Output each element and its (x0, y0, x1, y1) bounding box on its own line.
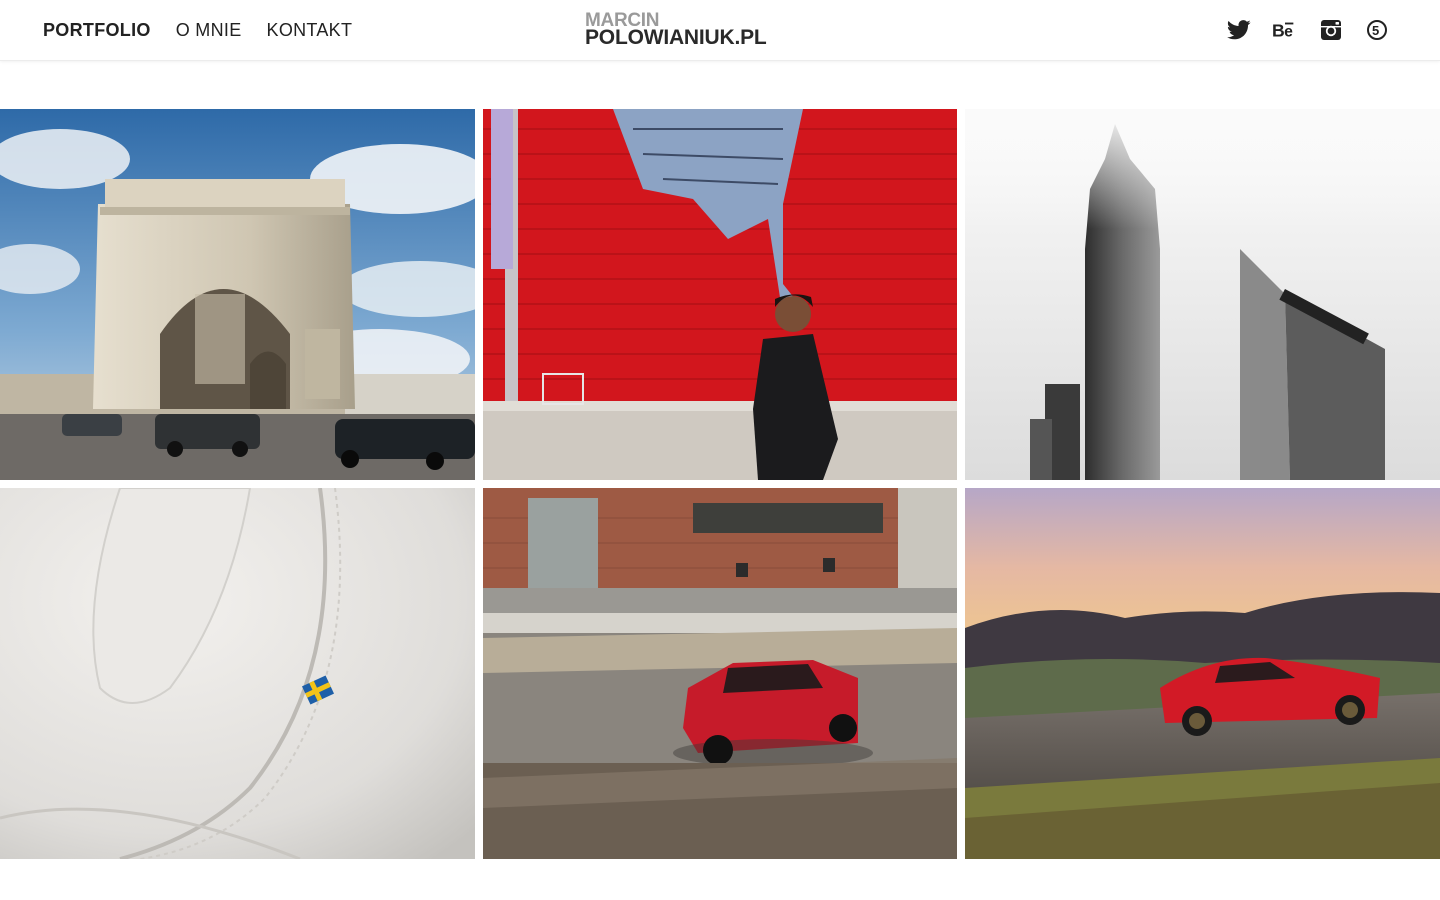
site-header: PORTFOLIO O MNIE KONTAKT MARCIN POLOWIAN… (0, 0, 1440, 61)
gallery-tile-red-hatchback[interactable] (483, 488, 957, 859)
skyscrapers-fog-photo (965, 109, 1440, 480)
gallery-tile-leather-seat[interactable] (0, 488, 475, 859)
arc-de-triomphe-photo (0, 109, 475, 480)
twitter-icon[interactable] (1226, 17, 1252, 43)
gallery-tile-skyscrapers-fog[interactable] (965, 109, 1440, 480)
nav-item-kontakt[interactable]: KONTAKT (267, 19, 353, 41)
svg-text:e: e (1284, 24, 1293, 41)
site-logo[interactable]: MARCIN POLOWIANIUK.PL (585, 11, 767, 49)
main-nav: PORTFOLIO O MNIE KONTAKT (43, 19, 352, 41)
svg-text:5: 5 (1372, 23, 1379, 38)
nav-item-o-mnie[interactable]: O MNIE (176, 19, 242, 41)
red-hatchback-photo (483, 488, 957, 859)
svg-text:B: B (1272, 21, 1285, 41)
red-sports-car-photo (965, 488, 1440, 859)
instagram-icon[interactable] (1318, 17, 1344, 43)
leather-seat-photo (0, 488, 475, 859)
logo-line-2: POLOWIANIUK.PL (585, 26, 767, 49)
behance-icon[interactable]: B e (1272, 17, 1298, 43)
500px-icon[interactable]: 5 (1364, 17, 1390, 43)
social-links: B e 5 (1226, 17, 1390, 43)
gallery-tile-red-sports-car[interactable] (965, 488, 1440, 859)
gallery-tile-red-wall-mural[interactable] (483, 109, 957, 480)
red-wall-mural-photo (483, 109, 957, 480)
gallery-tile-arc-de-triomphe[interactable] (0, 109, 475, 480)
nav-item-portfolio[interactable]: PORTFOLIO (43, 19, 151, 41)
